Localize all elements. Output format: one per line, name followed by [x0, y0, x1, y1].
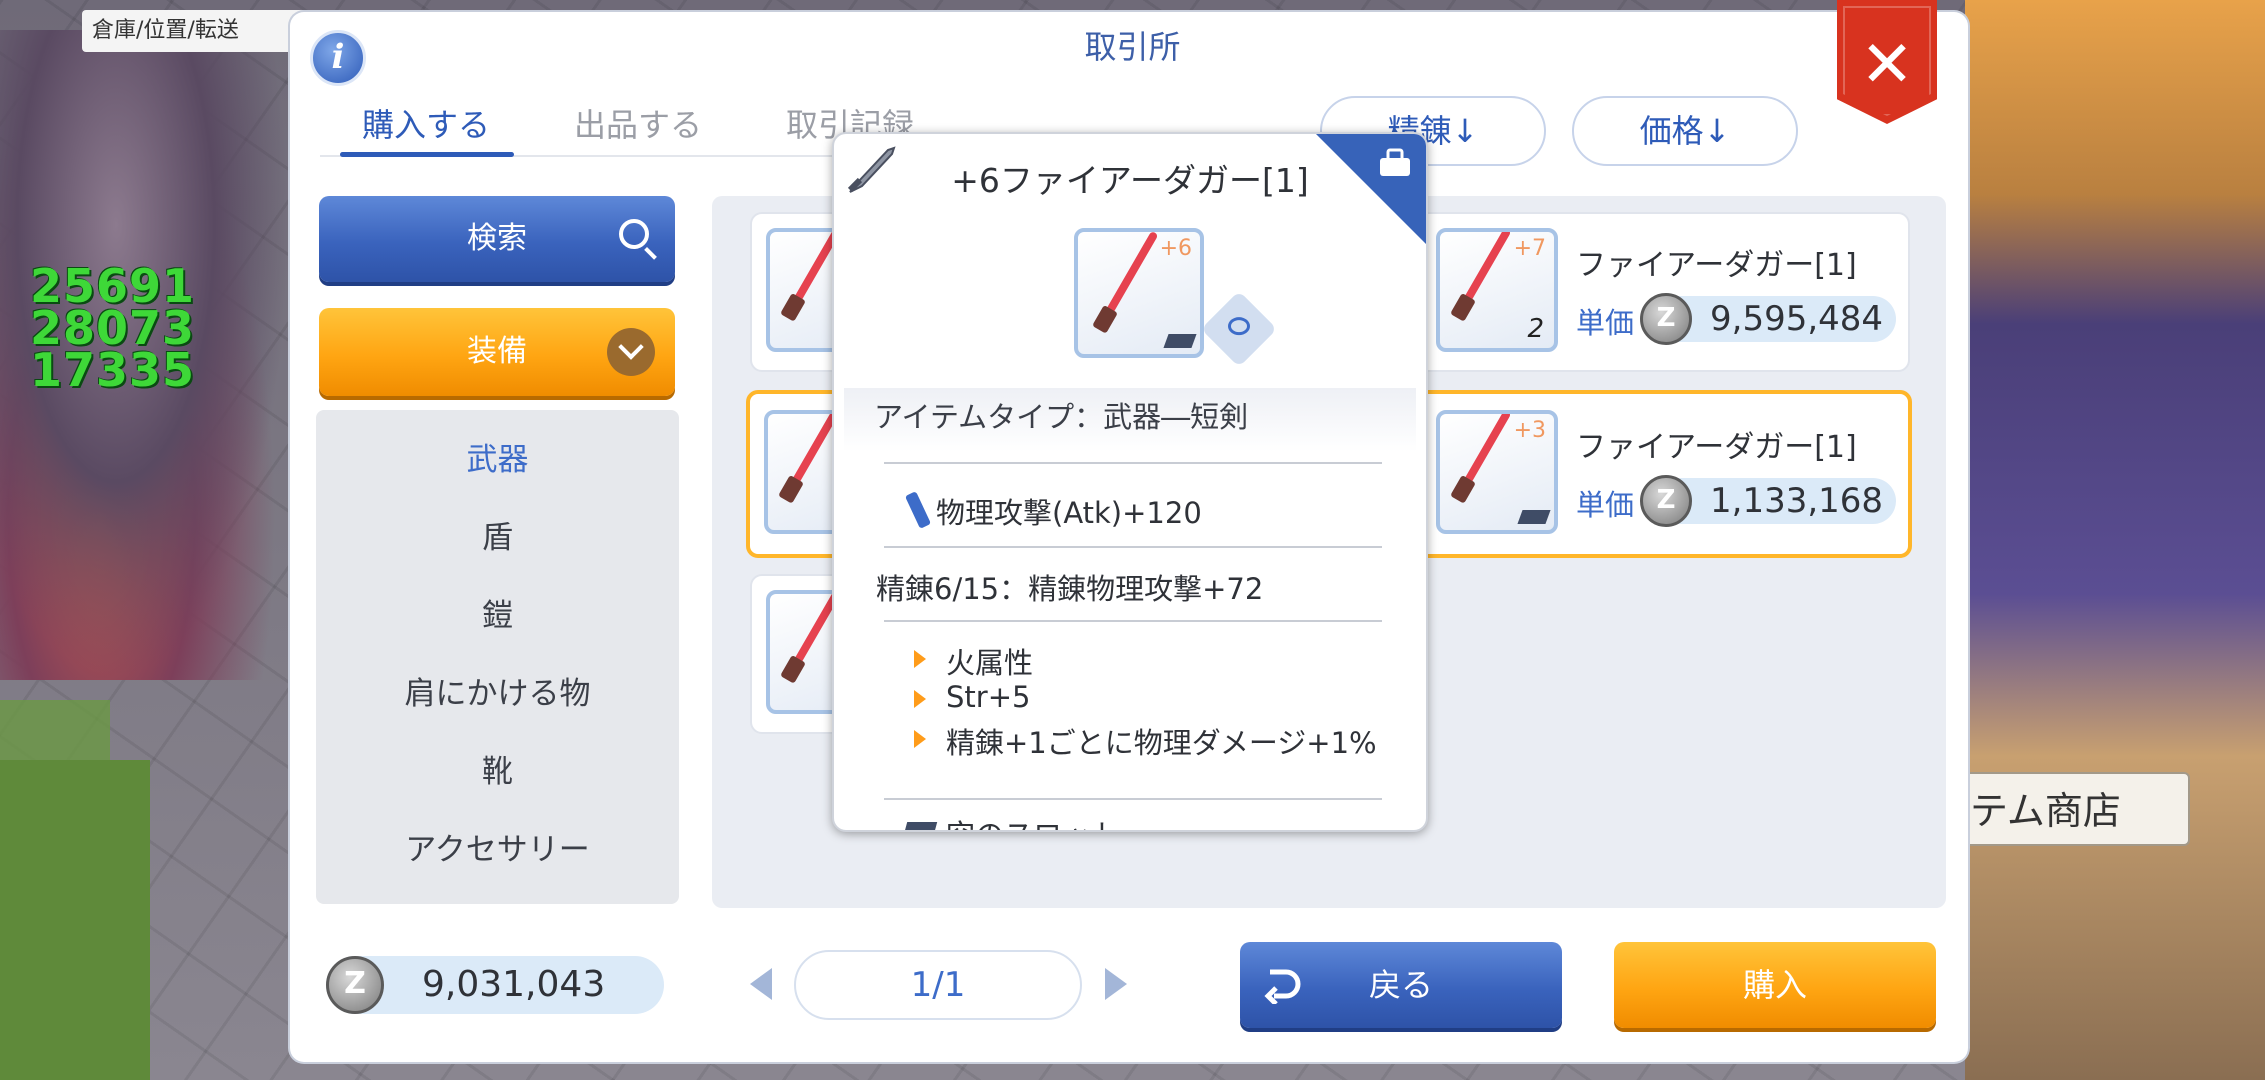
subcategory-armor[interactable]: 鎧 — [316, 590, 679, 635]
bag-icon[interactable] — [1376, 146, 1414, 178]
effect-line: Str+5 — [946, 680, 1031, 714]
slot-icon — [900, 822, 938, 830]
search-button[interactable]: 検索 — [319, 196, 675, 282]
subcategory-accessory[interactable]: アクセサリー — [316, 824, 679, 869]
tooltip-item-image: +6 — [1074, 228, 1204, 358]
item-name: ファイアーダガー[1] — [1576, 430, 1857, 465]
item-quantity: 2 — [1527, 314, 1544, 344]
effect-line: 精錬+1ごとに物理ダメージ+1% — [946, 726, 1377, 760]
arrow-right-icon[interactable] — [1105, 968, 1127, 1000]
bullet-icon — [914, 650, 926, 668]
unit-price-label: 単価 — [1576, 306, 1635, 340]
item-thumbnail: +7 2 — [1436, 228, 1558, 352]
item-price: 9,595,484 — [1710, 299, 1884, 339]
sword-icon — [904, 491, 932, 529]
page-indicator: 1/1 — [794, 950, 1082, 1020]
slot-icon — [1163, 334, 1197, 348]
subcategory-weapon[interactable]: 武器 — [316, 434, 679, 479]
back-button[interactable]: 戻る — [1240, 942, 1562, 1028]
unit-price-label: 単価 — [1576, 488, 1635, 522]
category-dropdown[interactable]: 装備 — [319, 308, 675, 396]
divider — [884, 546, 1382, 548]
close-icon: ✕ — [1860, 28, 1914, 102]
divider — [884, 620, 1382, 622]
dagger-icon — [1454, 414, 1512, 500]
active-tab-indicator — [340, 152, 514, 157]
zeny-wallet: Z 9,031,043 — [326, 956, 664, 1014]
tab-buy[interactable]: 購入する — [362, 100, 490, 146]
slot-label: 空のスロット — [946, 812, 1120, 830]
back-button-label: 戻る — [1368, 966, 1433, 1004]
divider — [884, 462, 1382, 464]
buy-button[interactable]: 購入 — [1614, 942, 1936, 1028]
refine-level: +7 — [1513, 236, 1546, 261]
grass-patch — [0, 760, 150, 1080]
zeny-coin-icon: Z — [326, 956, 384, 1014]
damage-numbers: 25691 28073 17335 — [30, 263, 196, 397]
bullet-icon — [914, 730, 926, 748]
chevron-down-icon — [607, 328, 655, 376]
arrow-left-icon[interactable] — [750, 968, 772, 1000]
tab-sell[interactable]: 出品する — [574, 100, 702, 146]
refine-info: 精錬6/15：精錬物理攻撃+72 — [876, 572, 1264, 606]
divider — [884, 798, 1382, 800]
item-tooltip: +6ファイアーダガー[1] +6 アイテムタイプ：武器―短剣 物理攻撃(Atk)… — [832, 132, 1428, 832]
close-button[interactable]: ✕ — [1837, 0, 1937, 124]
item-name: ファイアーダガー[1] — [1576, 248, 1857, 283]
subcategory-shield[interactable]: 盾 — [316, 512, 679, 557]
shop-sign: テム商店 — [1960, 772, 2190, 846]
dagger-icon — [1454, 232, 1512, 318]
attack-stat: 物理攻撃(Atk)+120 — [936, 496, 1202, 530]
item-thumbnail: +3 — [1436, 410, 1558, 534]
item-type: アイテムタイプ：武器―短剣 — [844, 388, 1416, 452]
damage-number: 17335 — [30, 343, 196, 397]
refine-level: +3 — [1513, 418, 1546, 443]
subcategory-list: 武器 盾 鎧 肩にかける物 靴 アクセサリー — [316, 410, 679, 904]
effect-line: 火属性 — [946, 646, 1034, 680]
category-label: 装備 — [467, 334, 527, 369]
subcategory-garment[interactable]: 肩にかける物 — [316, 668, 679, 713]
slot-icon — [1517, 510, 1551, 524]
refine-level: +6 — [1159, 236, 1192, 261]
zeny-coin-icon: Z — [1640, 293, 1692, 345]
wallet-amount: 9,031,043 — [422, 964, 606, 1005]
search-button-label: 検索 — [467, 221, 527, 256]
dagger-icon — [1096, 232, 1159, 330]
eye-icon[interactable] — [1200, 290, 1278, 368]
tooltip-title: +6ファイアーダガー[1] — [951, 161, 1309, 200]
tooltip-body: アイテムタイプ：武器―短剣 物理攻撃(Atk)+120 精錬6/15：精錬物理攻… — [844, 388, 1416, 830]
subcategory-shoes[interactable]: 靴 — [316, 746, 679, 791]
dagger-icon — [782, 414, 840, 500]
bullet-icon — [914, 690, 926, 708]
zeny-coin-icon: Z — [1640, 475, 1692, 527]
sort-price-button[interactable]: 価格↓ — [1572, 96, 1798, 166]
search-icon — [619, 219, 649, 249]
buy-button-label: 購入 — [1742, 966, 1807, 1004]
back-arrow-icon — [1264, 969, 1301, 1004]
item-price: 1,133,168 — [1710, 481, 1884, 521]
building-roof — [1965, 0, 2265, 1080]
